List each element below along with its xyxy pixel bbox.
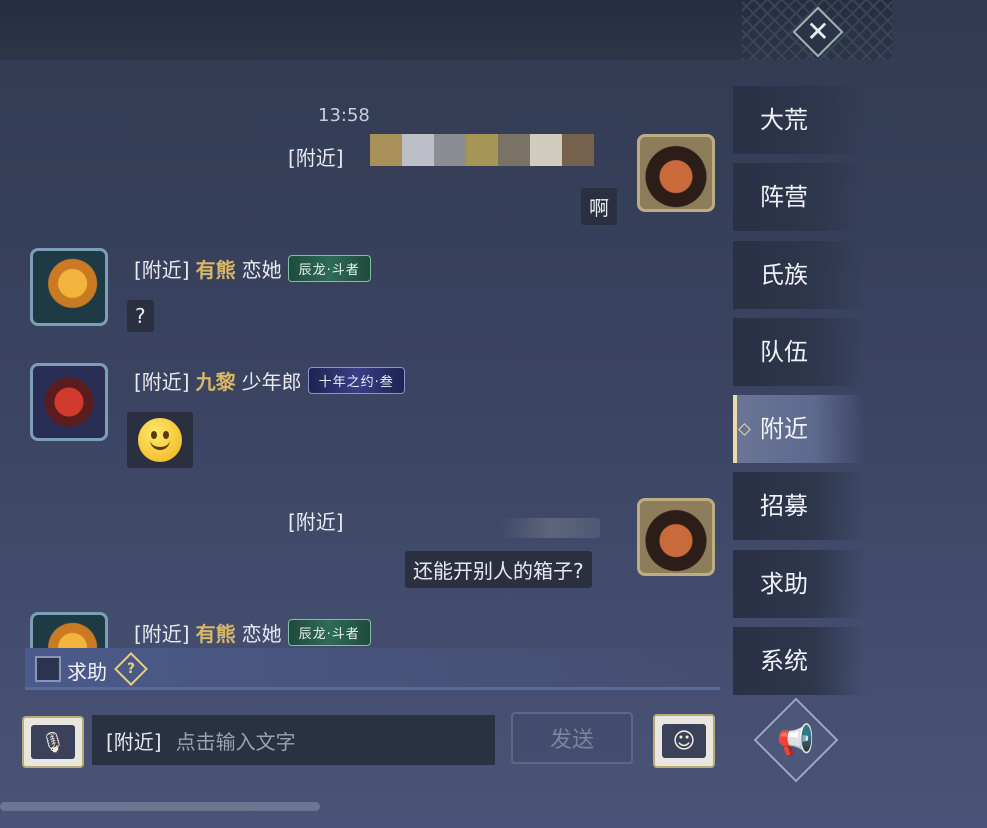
voice-input-button[interactable]: 🎙 (22, 716, 84, 768)
channel-tag: [附近] (134, 258, 190, 282)
tab-faction[interactable]: 阵营 (733, 163, 865, 232)
guild-name[interactable]: 九黎 (196, 366, 236, 395)
send-button[interactable]: 发送 (511, 712, 633, 764)
help-label: 求助 (67, 660, 107, 684)
horn-icon: 📢 (777, 722, 815, 758)
message-header: [附近] 有熊 恋她 辰龙·斗者 (134, 618, 371, 647)
player-name[interactable]: 少年郎 (242, 366, 302, 395)
smiley-icon (138, 418, 182, 462)
chat-input[interactable]: [附近] 点击输入文字 (92, 715, 495, 765)
blurred-name (500, 518, 600, 538)
channel-tag: [附近] (288, 510, 344, 534)
guild-name[interactable]: 有熊 (196, 618, 236, 647)
close-button[interactable]: ✕ (790, 4, 846, 60)
pixelated-name (370, 134, 594, 166)
emoji-icon: ☺ (662, 724, 706, 758)
title-badge: 辰龙·斗者 (287, 619, 371, 646)
channel-tag: [附近] (134, 370, 190, 394)
tab-team[interactable]: 队伍 (733, 317, 865, 386)
emoji-message (127, 412, 193, 468)
message-header: [附近] 有熊 恋她 辰龙·斗者 (134, 254, 371, 283)
horizontal-scrollbar[interactable] (0, 802, 320, 811)
emoji-button[interactable]: ☺ (653, 714, 715, 768)
message-bubble: ? (127, 300, 154, 332)
tab-system[interactable]: 系统 (733, 627, 865, 696)
guild-name[interactable]: 有熊 (196, 254, 236, 283)
tab-nearby[interactable]: 附近 (733, 395, 865, 464)
chat-log[interactable]: 13:58 [附近] 啊 [附近] 有熊 恋她 辰龙·斗者 ? [附近] 九黎 … (0, 60, 720, 690)
channel-tag: [附近] (288, 146, 344, 170)
close-icon: ✕ (806, 15, 830, 48)
tab-help[interactable]: 求助 (733, 549, 865, 618)
player-name[interactable]: 恋她 (242, 618, 282, 647)
input-placeholder: 点击输入文字 (175, 729, 296, 754)
avatar[interactable] (30, 248, 108, 326)
microphone-icon: 🎙 (31, 725, 75, 759)
broadcast-horn-button[interactable]: 📢 (750, 694, 842, 786)
help-checkbox[interactable] (35, 656, 61, 682)
help-filter-row: 求助 ? (25, 648, 720, 690)
message-header: [附近] (288, 506, 344, 535)
message-time: 13:58 (318, 105, 370, 126)
player-name[interactable]: 恋她 (242, 254, 282, 283)
channel-tag: [附近] (134, 622, 190, 646)
message-header: [附近] (288, 142, 344, 171)
tab-recruit[interactable]: 招募 (733, 472, 865, 541)
tab-dahuang[interactable]: 大荒 (733, 86, 865, 154)
channel-tabs: 大荒 阵营 氏族 队伍 附近 招募 求助 系统 (733, 86, 865, 704)
avatar[interactable] (30, 363, 108, 441)
help-question-icon[interactable]: ? (114, 652, 148, 686)
avatar[interactable] (637, 498, 715, 576)
message-bubble: 还能开别人的箱子? (405, 551, 592, 588)
title-badge: 辰龙·斗者 (287, 255, 371, 282)
avatar[interactable] (637, 134, 715, 212)
top-bar (0, 0, 892, 60)
message-header: [附近] 九黎 少年郎 十年之约·叁 (134, 366, 405, 395)
input-channel-prefix: [附近] (106, 729, 162, 754)
title-badge: 十年之约·叁 (307, 367, 405, 394)
tab-clan[interactable]: 氏族 (733, 240, 865, 309)
message-bubble: 啊 (581, 188, 617, 225)
